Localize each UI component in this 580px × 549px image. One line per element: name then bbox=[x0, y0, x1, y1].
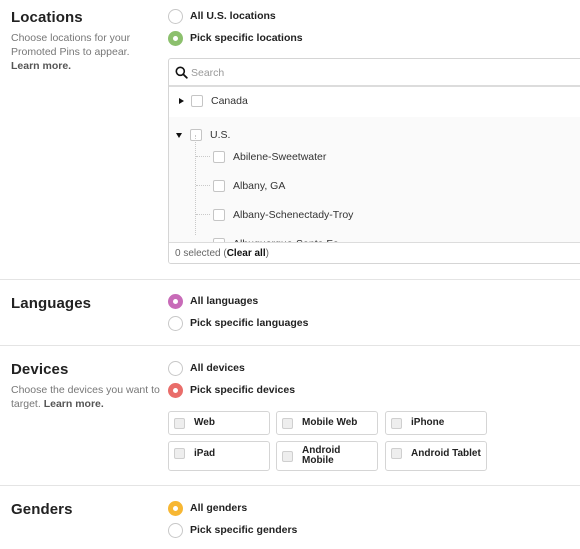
selection-footer: 0 selected (Clear all) bbox=[169, 242, 580, 263]
search-icon bbox=[175, 66, 188, 79]
node-label: Abilene-Sweetwater bbox=[233, 151, 327, 163]
device-option-iphone[interactable]: iPhone bbox=[385, 411, 487, 435]
triangle-down-icon bbox=[176, 133, 182, 138]
device-label: iPhone bbox=[411, 417, 445, 428]
radio-button-selected[interactable] bbox=[168, 293, 183, 309]
radio-button[interactable] bbox=[168, 360, 183, 376]
checkbox[interactable] bbox=[391, 417, 402, 429]
radio-label: Pick specific locations bbox=[190, 32, 303, 44]
languages-section: Languages All languages Pick specific la… bbox=[0, 280, 580, 345]
tree-connector bbox=[196, 156, 210, 157]
radio-button[interactable] bbox=[168, 8, 183, 24]
checkbox[interactable] bbox=[282, 450, 293, 462]
devices-description: Choose the devices you want to target. L… bbox=[11, 383, 161, 411]
tree-node-child[interactable]: Albany-Schenectady-Troy bbox=[213, 207, 353, 223]
collapse-toggle[interactable] bbox=[176, 131, 184, 139]
checkbox[interactable] bbox=[174, 417, 185, 429]
checkbox[interactable] bbox=[174, 448, 185, 459]
device-label: Android Tablet bbox=[411, 448, 481, 459]
device-label: iPad bbox=[194, 448, 216, 459]
device-option-web[interactable]: Web bbox=[168, 411, 270, 435]
genders-title: Genders bbox=[11, 501, 73, 518]
radio-pick-specific-devices[interactable]: Pick specific devices bbox=[168, 382, 295, 398]
radio-button-selected[interactable] bbox=[168, 500, 183, 516]
tree-connector bbox=[196, 214, 210, 215]
node-label: Albany-Schenectady-Troy bbox=[233, 209, 354, 221]
tree-connector bbox=[196, 185, 210, 186]
tree-node-us[interactable]: U.S. bbox=[176, 127, 230, 143]
checkbox[interactable] bbox=[213, 151, 225, 163]
checkbox[interactable] bbox=[391, 448, 402, 459]
radio-label: Pick specific languages bbox=[190, 317, 309, 329]
languages-title: Languages bbox=[11, 295, 92, 312]
genders-section: Genders All genders Pick specific gender… bbox=[0, 486, 580, 549]
location-tree[interactable]: Canada U.S. Abilene-Sweetwater Albany, G… bbox=[169, 89, 580, 244]
radio-pick-specific-genders[interactable]: Pick specific genders bbox=[168, 522, 297, 538]
device-option-android-mobile[interactable]: Android Mobile bbox=[276, 441, 378, 471]
node-label: U.S. bbox=[210, 129, 231, 141]
locations-title: Locations bbox=[11, 9, 83, 26]
device-option-android-tablet[interactable]: Android Tablet bbox=[385, 441, 487, 471]
radio-all-us-locations[interactable]: All U.S. locations bbox=[168, 8, 276, 24]
checkbox[interactable] bbox=[213, 180, 225, 192]
radio-label: Pick specific devices bbox=[190, 384, 296, 396]
locations-description: Choose locations for your Promoted Pins … bbox=[11, 31, 151, 73]
device-label: Web bbox=[194, 417, 215, 428]
radio-all-devices[interactable]: All devices bbox=[168, 360, 245, 376]
triangle-right-icon bbox=[179, 98, 184, 104]
radio-button[interactable] bbox=[168, 315, 183, 331]
location-search-input[interactable] bbox=[191, 64, 571, 82]
device-option-mobile-web[interactable]: Mobile Web bbox=[276, 411, 378, 435]
radio-label: All U.S. locations bbox=[190, 10, 276, 22]
checkbox-us[interactable] bbox=[190, 129, 202, 141]
device-label: Android Mobile bbox=[302, 445, 341, 466]
tree-node-child[interactable]: Abilene-Sweetwater bbox=[213, 149, 326, 165]
node-label: Canada bbox=[211, 95, 248, 107]
tree-node-child[interactable]: Albany, GA bbox=[213, 178, 285, 194]
locations-description-text: Choose locations for your Promoted Pins … bbox=[11, 32, 131, 58]
devices-title: Devices bbox=[11, 361, 69, 378]
radio-button[interactable] bbox=[168, 522, 183, 538]
radio-label: All languages bbox=[190, 295, 259, 307]
location-search-bar bbox=[169, 59, 580, 87]
locations-section: Locations Choose locations for your Prom… bbox=[0, 0, 580, 279]
checkbox[interactable] bbox=[282, 417, 293, 429]
radio-all-genders[interactable]: All genders bbox=[168, 500, 247, 516]
radio-pick-specific-languages[interactable]: Pick specific languages bbox=[168, 315, 308, 331]
selected-count: 0 selected ( bbox=[175, 247, 227, 259]
radio-label: All genders bbox=[190, 502, 248, 514]
radio-pick-specific-locations[interactable]: Pick specific locations bbox=[168, 30, 303, 46]
tree-node-canada[interactable]: Canada bbox=[177, 93, 248, 109]
close-paren: ) bbox=[265, 247, 269, 259]
device-option-ipad[interactable]: iPad bbox=[168, 441, 270, 471]
radio-all-languages[interactable]: All languages bbox=[168, 293, 258, 309]
location-picker: Canada U.S. Abilene-Sweetwater bbox=[168, 58, 580, 264]
radio-label: All devices bbox=[190, 362, 245, 374]
tree-group-canada: Canada bbox=[169, 89, 580, 117]
radio-button-selected[interactable] bbox=[168, 382, 183, 398]
devices-learn-more-link[interactable]: Learn more. bbox=[44, 398, 104, 410]
checkbox-canada[interactable] bbox=[191, 95, 203, 107]
checkbox[interactable] bbox=[213, 209, 225, 221]
clear-all-link[interactable]: Clear all bbox=[227, 248, 266, 259]
locations-learn-more-link[interactable]: Learn more. bbox=[11, 60, 71, 72]
radio-label: Pick specific genders bbox=[190, 524, 298, 536]
device-label: Mobile Web bbox=[302, 417, 358, 428]
node-label: Albany, GA bbox=[233, 180, 286, 192]
devices-section: Devices Choose the devices you want to t… bbox=[0, 346, 580, 485]
radio-button-selected[interactable] bbox=[168, 30, 183, 46]
expand-toggle[interactable] bbox=[177, 97, 185, 105]
